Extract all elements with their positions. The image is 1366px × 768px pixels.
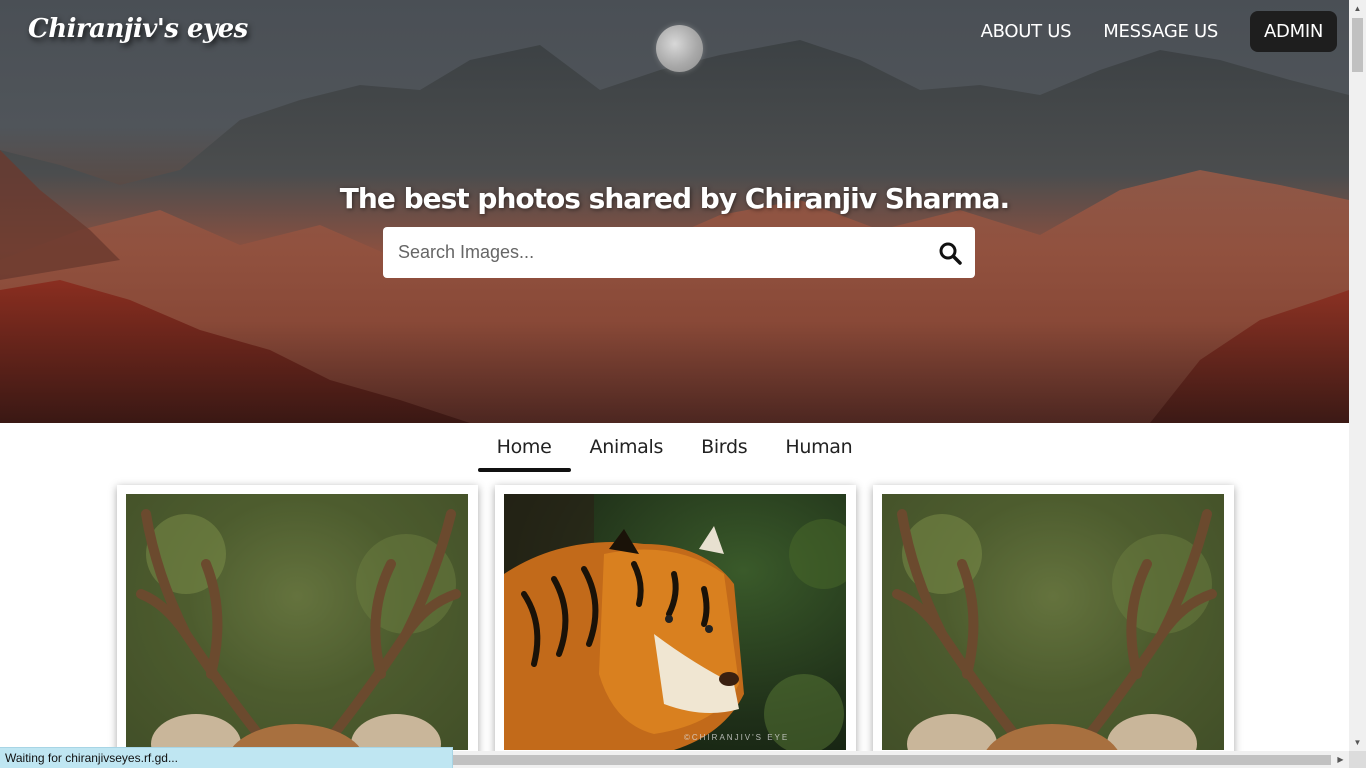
- gallery-card[interactable]: [873, 485, 1234, 768]
- gallery-card[interactable]: ©CHIRANJIV'S EYE: [495, 485, 856, 768]
- nav-about-us[interactable]: ABOUT US: [981, 21, 1072, 42]
- admin-button[interactable]: ADMIN: [1250, 11, 1337, 52]
- scroll-up-icon[interactable]: ▲: [1349, 0, 1366, 17]
- tab-home[interactable]: Home: [477, 430, 571, 472]
- browser-status-bar: Waiting for chiranjivseyes.rf.gd...: [0, 747, 453, 768]
- tab-birds[interactable]: Birds: [682, 430, 766, 472]
- tiger-photo[interactable]: ©CHIRANJIV'S EYE: [504, 494, 846, 750]
- search-bar: [383, 227, 975, 278]
- nav-message-us[interactable]: MESSAGE US: [1103, 21, 1218, 42]
- moon: [656, 25, 703, 72]
- scroll-down-icon[interactable]: ▼: [1349, 734, 1366, 751]
- search-icon[interactable]: [925, 227, 975, 278]
- deer-photo[interactable]: [126, 494, 468, 750]
- deer-photo[interactable]: [882, 494, 1224, 750]
- gallery-card[interactable]: [117, 485, 478, 768]
- category-tabs: Home Animals Birds Human: [0, 430, 1349, 472]
- photo-watermark: ©CHIRANJIV'S EYE: [684, 733, 789, 742]
- hero-tagline: The best photos shared by Chiranjiv Shar…: [339, 182, 1010, 215]
- search-input[interactable]: [383, 227, 925, 278]
- tab-human[interactable]: Human: [766, 430, 871, 472]
- site-logo[interactable]: Chiranjiv's eyes: [28, 14, 248, 44]
- vertical-scrollbar[interactable]: ▲ ▼: [1349, 0, 1366, 751]
- top-nav: ABOUT US MESSAGE US ADMIN: [949, 11, 1337, 52]
- tab-animals[interactable]: Animals: [571, 430, 683, 472]
- scrollbar-corner: [1349, 751, 1366, 768]
- scroll-right-icon[interactable]: ▶: [1332, 751, 1349, 768]
- scrollbar-thumb[interactable]: [1352, 18, 1363, 72]
